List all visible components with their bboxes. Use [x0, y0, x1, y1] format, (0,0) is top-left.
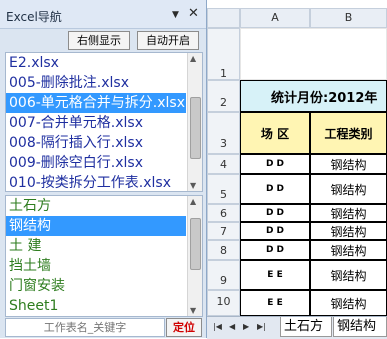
next-sheet-icon[interactable]: ▶	[243, 322, 249, 331]
scroll-down-arrow-icon[interactable]: ▼	[190, 306, 196, 315]
worksheet-list-item[interactable]: Sheet1	[6, 296, 186, 316]
area-cell[interactable]: D D	[240, 222, 310, 240]
area-cell[interactable]: D D	[240, 240, 310, 260]
category-cell[interactable]: 钢结构	[310, 204, 387, 222]
row-header[interactable]: 10	[207, 290, 240, 316]
category-cell[interactable]: 钢结构	[310, 260, 387, 290]
row-header[interactable]: 3	[207, 112, 240, 154]
column-header-b[interactable]: B	[310, 8, 387, 28]
tab-earthwork[interactable]: 土石方	[280, 317, 332, 337]
first-sheet-icon[interactable]: |◀	[213, 322, 222, 331]
worksheet-list-item[interactable]: 挡土墙	[6, 256, 186, 276]
category-cell[interactable]: 钢结构	[310, 222, 387, 240]
row-header[interactable]: 1	[207, 28, 240, 80]
select-all-corner[interactable]	[207, 8, 240, 28]
scroll-up-arrow-icon[interactable]: ▲	[190, 197, 196, 206]
row-header[interactable]: 6	[207, 204, 240, 222]
pane-title: Excel导航	[6, 10, 62, 24]
scroll-down-arrow-icon[interactable]: ▼	[190, 181, 196, 190]
workbook-list-item[interactable]: 007-合并单元格.xlsx	[6, 113, 186, 133]
area-cell[interactable]: D D	[240, 154, 310, 174]
worksheet-list-scrollbar[interactable]: ▲ ▼	[187, 196, 202, 316]
workbook-list-scrollbar[interactable]: ▲ ▼	[187, 53, 202, 191]
worksheet-list-item[interactable]: 土 建	[6, 236, 186, 256]
area-cell[interactable]: D D	[240, 174, 310, 204]
report-title-cell[interactable]: 统计月份:2012年	[240, 80, 387, 112]
row-header[interactable]: 7	[207, 222, 240, 240]
row-header[interactable]: 2	[207, 80, 240, 112]
scroll-thumb[interactable]	[190, 97, 201, 159]
row-header[interactable]: 4	[207, 154, 240, 174]
category-cell[interactable]: 钢结构	[310, 240, 387, 260]
locate-button[interactable]: 定位	[166, 318, 202, 337]
category-cell[interactable]: 钢结构	[310, 174, 387, 204]
area-cell[interactable]: E E	[240, 290, 310, 316]
excel-navigation-pane: Excel导航 ▼ ✕ 右侧显示 自动开启 E2.xlsx 005-删除批注.x…	[0, 0, 207, 338]
workbook-list[interactable]: E2.xlsx 005-删除批注.xlsx 006-单元格合并与拆分.xlsx …	[5, 52, 203, 192]
area-cell[interactable]: D D	[240, 204, 310, 222]
pane-header: Excel导航 ▼ ✕	[0, 0, 206, 29]
spreadsheet-grid: A B 1 2 3 4 5 6 7 8 9 10 统计月份:2012年 场 区 …	[207, 0, 387, 338]
empty-cell[interactable]	[240, 28, 387, 80]
scroll-up-arrow-icon[interactable]: ▲	[190, 54, 196, 63]
workbook-list-item[interactable]: 009-删除空白行.xlsx	[6, 153, 186, 173]
worksheet-list-item[interactable]: 门窗安装	[6, 276, 186, 296]
category-cell[interactable]: 钢结构	[310, 154, 387, 174]
row-header[interactable]: 8	[207, 240, 240, 260]
worksheet-list-item[interactable]: 土石方	[6, 196, 186, 216]
show-right-button[interactable]: 右侧显示	[68, 31, 130, 50]
sheet-tab-bar: |◀ ◀ ▶ ▶| 土石方 钢结构	[207, 316, 387, 339]
header-cell-category[interactable]: 工程类别	[310, 112, 387, 154]
scroll-thumb[interactable]	[190, 218, 201, 270]
pane-dropdown-icon[interactable]: ▼	[172, 10, 179, 20]
worksheet-list[interactable]: 土石方 钢结构 土 建 挡土墙 门窗安装 Sheet1 ▲ ▼	[5, 195, 203, 317]
auto-open-button[interactable]: 自动开启	[137, 31, 199, 50]
tab-steel-structure[interactable]: 钢结构	[333, 317, 387, 337]
workbook-list-item[interactable]: 010-按类拆分工作表.xlsx	[6, 173, 186, 191]
row-header[interactable]: 9	[207, 260, 240, 290]
row-header[interactable]: 5	[207, 174, 240, 204]
column-header-a[interactable]: A	[240, 8, 310, 28]
category-cell[interactable]: 钢结构	[310, 290, 387, 316]
worksheet-list-item-selected[interactable]: 钢结构	[6, 216, 186, 236]
header-cell-area[interactable]: 场 区	[240, 112, 310, 154]
workbook-list-item-selected[interactable]: 006-单元格合并与拆分.xlsx	[6, 93, 186, 113]
last-sheet-icon[interactable]: ▶|	[257, 322, 266, 331]
workbook-list-item[interactable]: 008-隔行插入行.xlsx	[6, 133, 186, 153]
prev-sheet-icon[interactable]: ◀	[229, 322, 235, 331]
workbook-list-item[interactable]: 005-删除批注.xlsx	[6, 73, 186, 93]
sheet-search-input[interactable]	[5, 318, 165, 337]
area-cell[interactable]: E E	[240, 260, 310, 290]
pane-close-icon[interactable]: ✕	[188, 6, 199, 21]
workbook-list-item[interactable]: E2.xlsx	[6, 53, 186, 73]
